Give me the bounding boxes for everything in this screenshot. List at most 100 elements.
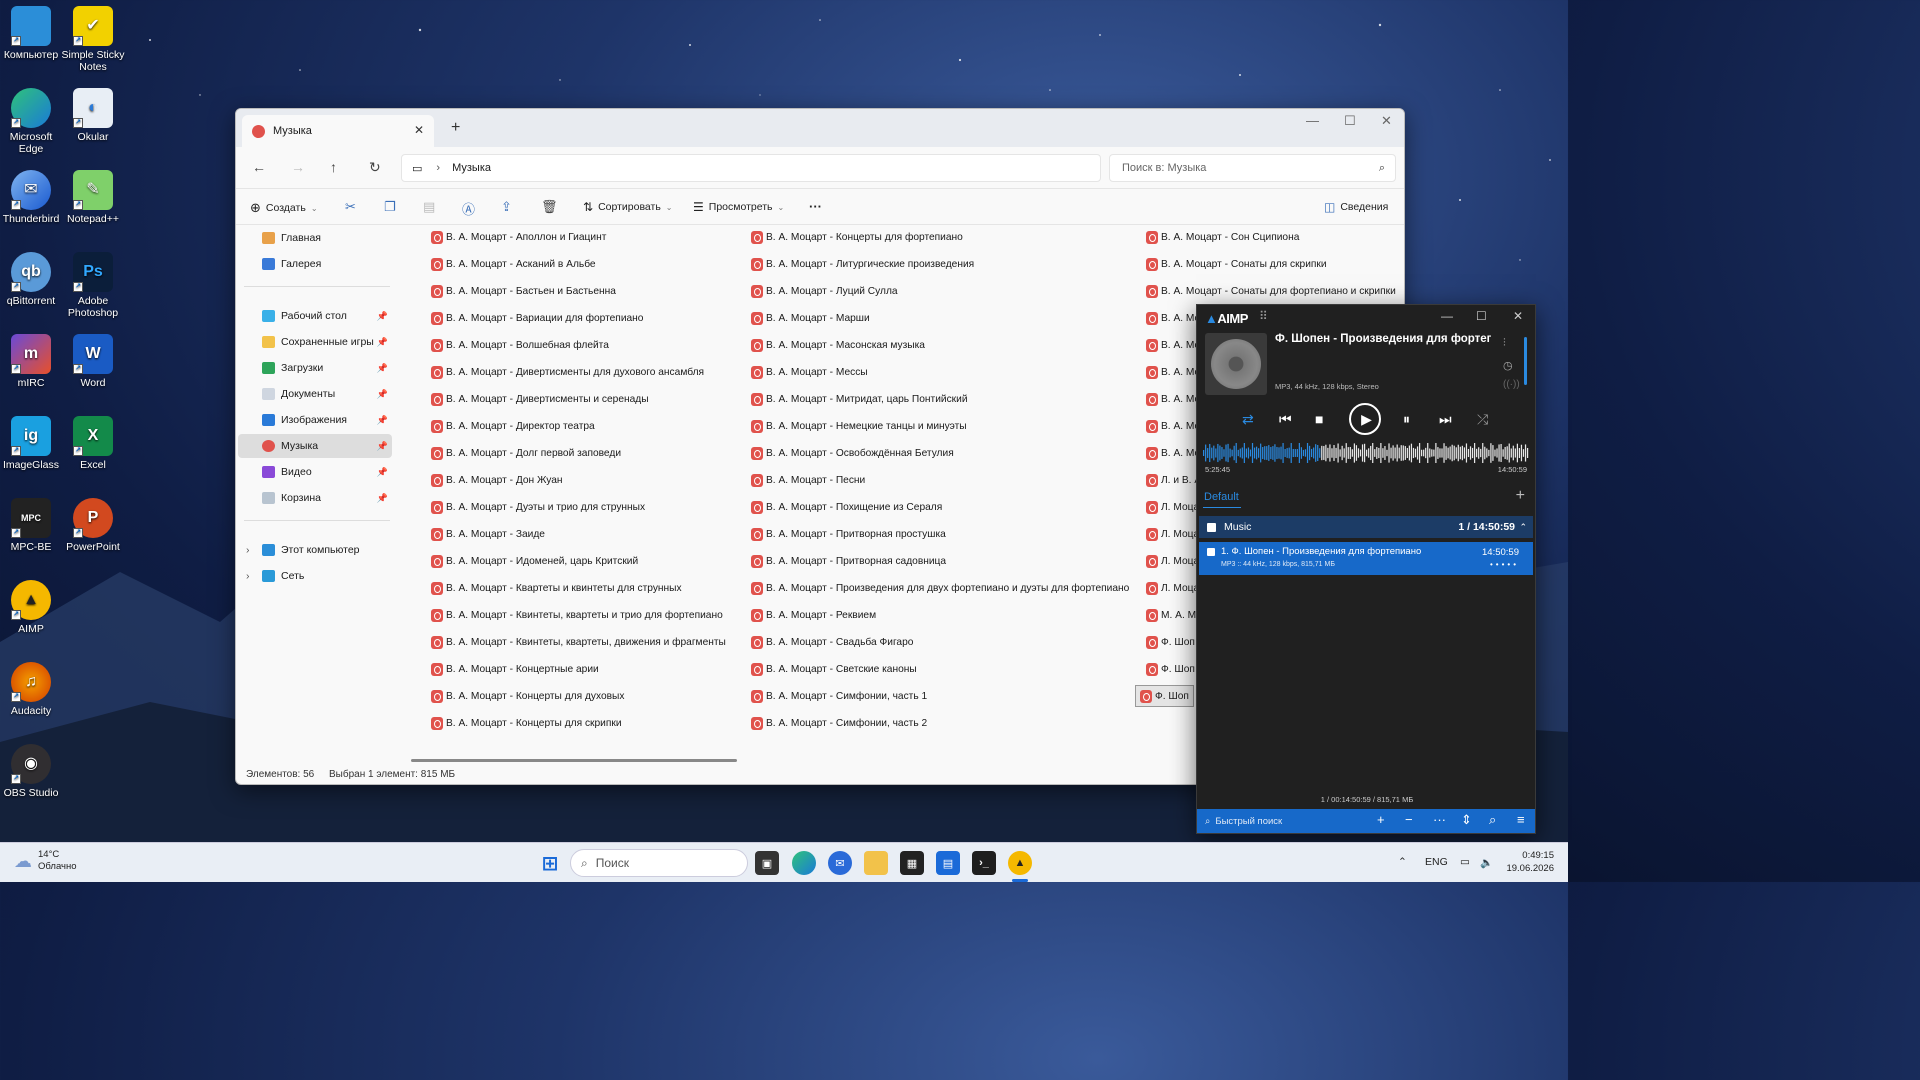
remove-icon[interactable]: − <box>1405 812 1413 827</box>
nav-documents[interactable]: Документы 📌 <box>238 382 392 406</box>
desktop-icon-photoshop[interactable]: Ps ↗ Adobe Photoshop <box>58 252 128 319</box>
nav-downloads[interactable]: Загрузки 📌 <box>238 356 392 380</box>
file-item[interactable]: В. А. Моцарт - Симфонии, часть 1 <box>751 685 927 707</box>
more-options-icon[interactable]: ··· <box>809 199 822 214</box>
play-icon[interactable]: ▶ <box>1349 403 1381 435</box>
file-item[interactable]: В. А. Моцарт - Квинтеты, квартеты, движе… <box>431 631 726 653</box>
file-item[interactable]: В. А. Моцарт - Дон Жуан <box>431 469 563 491</box>
file-item[interactable]: В. А. Моцарт - Идоменей, царь Критский <box>431 550 638 572</box>
file-item[interactable]: В. А. Моцарт - Концерты для фортепиано <box>751 226 963 248</box>
file-item[interactable]: В. А. Моцарт - Директор театра <box>431 415 595 437</box>
file-item[interactable]: В. А. Моцарт - Сонаты для скрипки <box>1146 253 1327 275</box>
file-item[interactable]: В. А. Моцарт - Сон Сципиона <box>1146 226 1299 248</box>
nav-home[interactable]: Главная <box>238 226 392 250</box>
file-item[interactable]: В. А. Моцарт - Заиде <box>431 523 545 545</box>
nav-music[interactable]: Музыка 📌 <box>238 434 392 458</box>
desktop-icon-word[interactable]: W ↗ Word <box>58 334 128 389</box>
file-item[interactable]: В. А. Моцарт - Концерты для скрипки <box>431 712 622 734</box>
file-item[interactable]: В. А. Моцарт - Вариации для фортепиано <box>431 307 643 329</box>
repeat-icon[interactable]: ⇄ <box>1242 411 1254 428</box>
file-item[interactable]: В. А. Моцарт - Мессы <box>751 361 868 383</box>
nav-saved-games[interactable]: Сохраненные игры 📌 <box>238 330 392 354</box>
nav-this-pc[interactable]: › Этот компьютер <box>238 538 392 562</box>
nav-desktop[interactable]: Рабочий стол 📌 <box>238 304 392 328</box>
task-view-icon[interactable]: ▣ <box>755 851 779 875</box>
search-input[interactable]: Поиск в: Музыка ⌕ <box>1109 154 1396 182</box>
playlist-item[interactable]: 1. Ф. Шопен - Произведения для фортепиан… <box>1199 542 1533 575</box>
file-item[interactable]: В. А. Моцарт - Реквием <box>751 604 876 626</box>
nav-images[interactable]: Изображения 📌 <box>238 408 392 432</box>
file-item[interactable]: В. А. Моцарт - Немецкие танцы и минуэты <box>751 415 967 437</box>
desktop-icon-okular[interactable]: ◐ ↗ Okular <box>58 88 128 143</box>
copy-icon[interactable]: ❐ <box>384 199 396 215</box>
quick-search-input[interactable]: Быстрый поиск <box>1215 816 1282 827</box>
new-tab-button[interactable]: + <box>451 119 460 137</box>
file-item[interactable]: В. А. Мо <box>1146 334 1200 356</box>
pause-icon[interactable]: ⏸ <box>1403 411 1410 428</box>
close-tab-icon[interactable]: ✕ <box>414 123 424 137</box>
language-indicator[interactable]: ENG <box>1425 856 1448 868</box>
menu-icon[interactable]: ≡ <box>1517 812 1525 827</box>
desktop-icon-edge[interactable]: ↗ Microsoft Edge <box>0 88 66 155</box>
horizontal-scrollbar[interactable] <box>411 759 737 762</box>
file-item[interactable]: В. А. Моцарт - Симфонии, часть 2 <box>751 712 927 734</box>
file-item[interactable]: Л. Моца <box>1146 523 1199 545</box>
mpc-be-icon[interactable]: ▦ <box>900 851 924 875</box>
minimize-button[interactable]: — <box>1441 309 1453 323</box>
desktop-icon-audacity[interactable]: ♫ ↗ Audacity <box>0 662 66 717</box>
desktop-icon-mpcbe[interactable]: MPC ↗ MPC-BE <box>0 498 66 553</box>
details-button[interactable]: ◫ Сведения <box>1324 200 1388 214</box>
file-item[interactable]: В. А. Моцарт - Квартеты и квинтеты для с… <box>431 577 682 599</box>
broadcast-icon[interactable]: ((·)) <box>1503 379 1520 390</box>
collapse-icon[interactable]: ⌃ <box>1519 522 1527 533</box>
delete-icon[interactable]: 🗑 <box>541 199 558 215</box>
file-item[interactable]: В. А. Моцарт - Дивертисменты и серенады <box>431 388 649 410</box>
desktop-icon-mirc[interactable]: m ↗ mIRC <box>0 334 66 389</box>
desktop-icon-computer[interactable]: ↗ Компьютер <box>0 6 66 61</box>
forward-arrow-icon[interactable]: → <box>291 159 305 175</box>
address-field[interactable]: ▭ › Музыка <box>401 154 1101 182</box>
thunderbird-icon[interactable]: ✉ <box>828 851 852 875</box>
nav-trash[interactable]: Корзина 📌 <box>238 486 392 510</box>
desktop-icon-notepadpp[interactable]: ✎ ↗ Notepad++ <box>58 170 128 225</box>
view-button[interactable]: ☰ Просмотреть ⌄ <box>693 200 784 214</box>
file-item[interactable]: В. А. Моцарт - Притворная простушка <box>751 523 946 545</box>
weather-widget[interactable]: ☁ 14°C Облачно <box>14 849 77 873</box>
minimize-button[interactable]: — <box>1306 113 1319 128</box>
file-item[interactable]: В. А. Моцарт - Марши <box>751 307 870 329</box>
file-explorer-icon[interactable] <box>864 851 888 875</box>
file-item[interactable]: В. А. Моцарт - Луций Сулла <box>751 280 898 302</box>
file-item[interactable]: В. А. Моцарт - Дивертисменты для духовог… <box>431 361 704 383</box>
taskbar-search[interactable]: ⌕ Поиск <box>570 849 748 877</box>
up-arrow-icon[interactable]: ↑ <box>330 159 337 175</box>
desktop-icon-sticky-notes[interactable]: ✔ ↗ Simple Sticky Notes <box>58 6 128 73</box>
maximize-button[interactable]: ☐ <box>1344 113 1356 129</box>
desktop-icon-powerpoint[interactable]: P ↗ PowerPoint <box>58 498 128 553</box>
tab-music[interactable]: Музыка ✕ <box>242 115 434 147</box>
stop-icon[interactable]: ■ <box>1315 411 1323 427</box>
file-item[interactable]: Л. и В. А <box>1146 469 1201 491</box>
volume-icon[interactable]: 🔈 <box>1480 856 1493 869</box>
edge-icon[interactable] <box>792 851 816 875</box>
file-item[interactable]: В. А. Моцарт - Аполлон и Гиацинт <box>431 226 606 248</box>
file-item[interactable]: В. А. Моцарт - Произведения для двух фор… <box>751 577 1129 599</box>
more-icon[interactable]: ··· <box>1433 812 1446 827</box>
store-icon[interactable]: ▤ <box>936 851 960 875</box>
file-item[interactable]: В. А. Моцарт - Сонаты для фортепиано и с… <box>1146 280 1396 302</box>
file-item[interactable]: В. А. Моцарт - Притворная садовница <box>751 550 946 572</box>
file-item[interactable]: В. А. Моцарт - Волшебная флейта <box>431 334 609 356</box>
nav-network[interactable]: › Сеть <box>238 564 392 588</box>
sort-button[interactable]: ⇅ Сортировать ⌄ <box>583 200 673 214</box>
nav-video[interactable]: Видео 📌 <box>238 460 392 484</box>
rename-icon[interactable]: Ⓐ <box>462 199 475 218</box>
add-icon[interactable]: + <box>1377 812 1385 827</box>
terminal-icon[interactable]: ›_ <box>972 851 996 875</box>
desktop-icon-obs[interactable]: ◉ ↗ OBS Studio <box>0 744 66 799</box>
playlist-group[interactable]: Music 1 / 14:50:59 ⌃ <box>1199 516 1533 538</box>
equalizer-icon[interactable]: ⫶ <box>1503 337 1506 350</box>
aimp-icon[interactable]: ▲ <box>1008 851 1032 875</box>
desktop-icon-thunderbird[interactable]: ✉ ↗ Thunderbird <box>0 170 66 225</box>
file-item[interactable]: Ф. Шоп <box>1146 658 1195 680</box>
file-item[interactable]: В. А. Моцарт - Долг первой заповеди <box>431 442 621 464</box>
sort-icon[interactable]: ⇕ <box>1461 812 1472 828</box>
